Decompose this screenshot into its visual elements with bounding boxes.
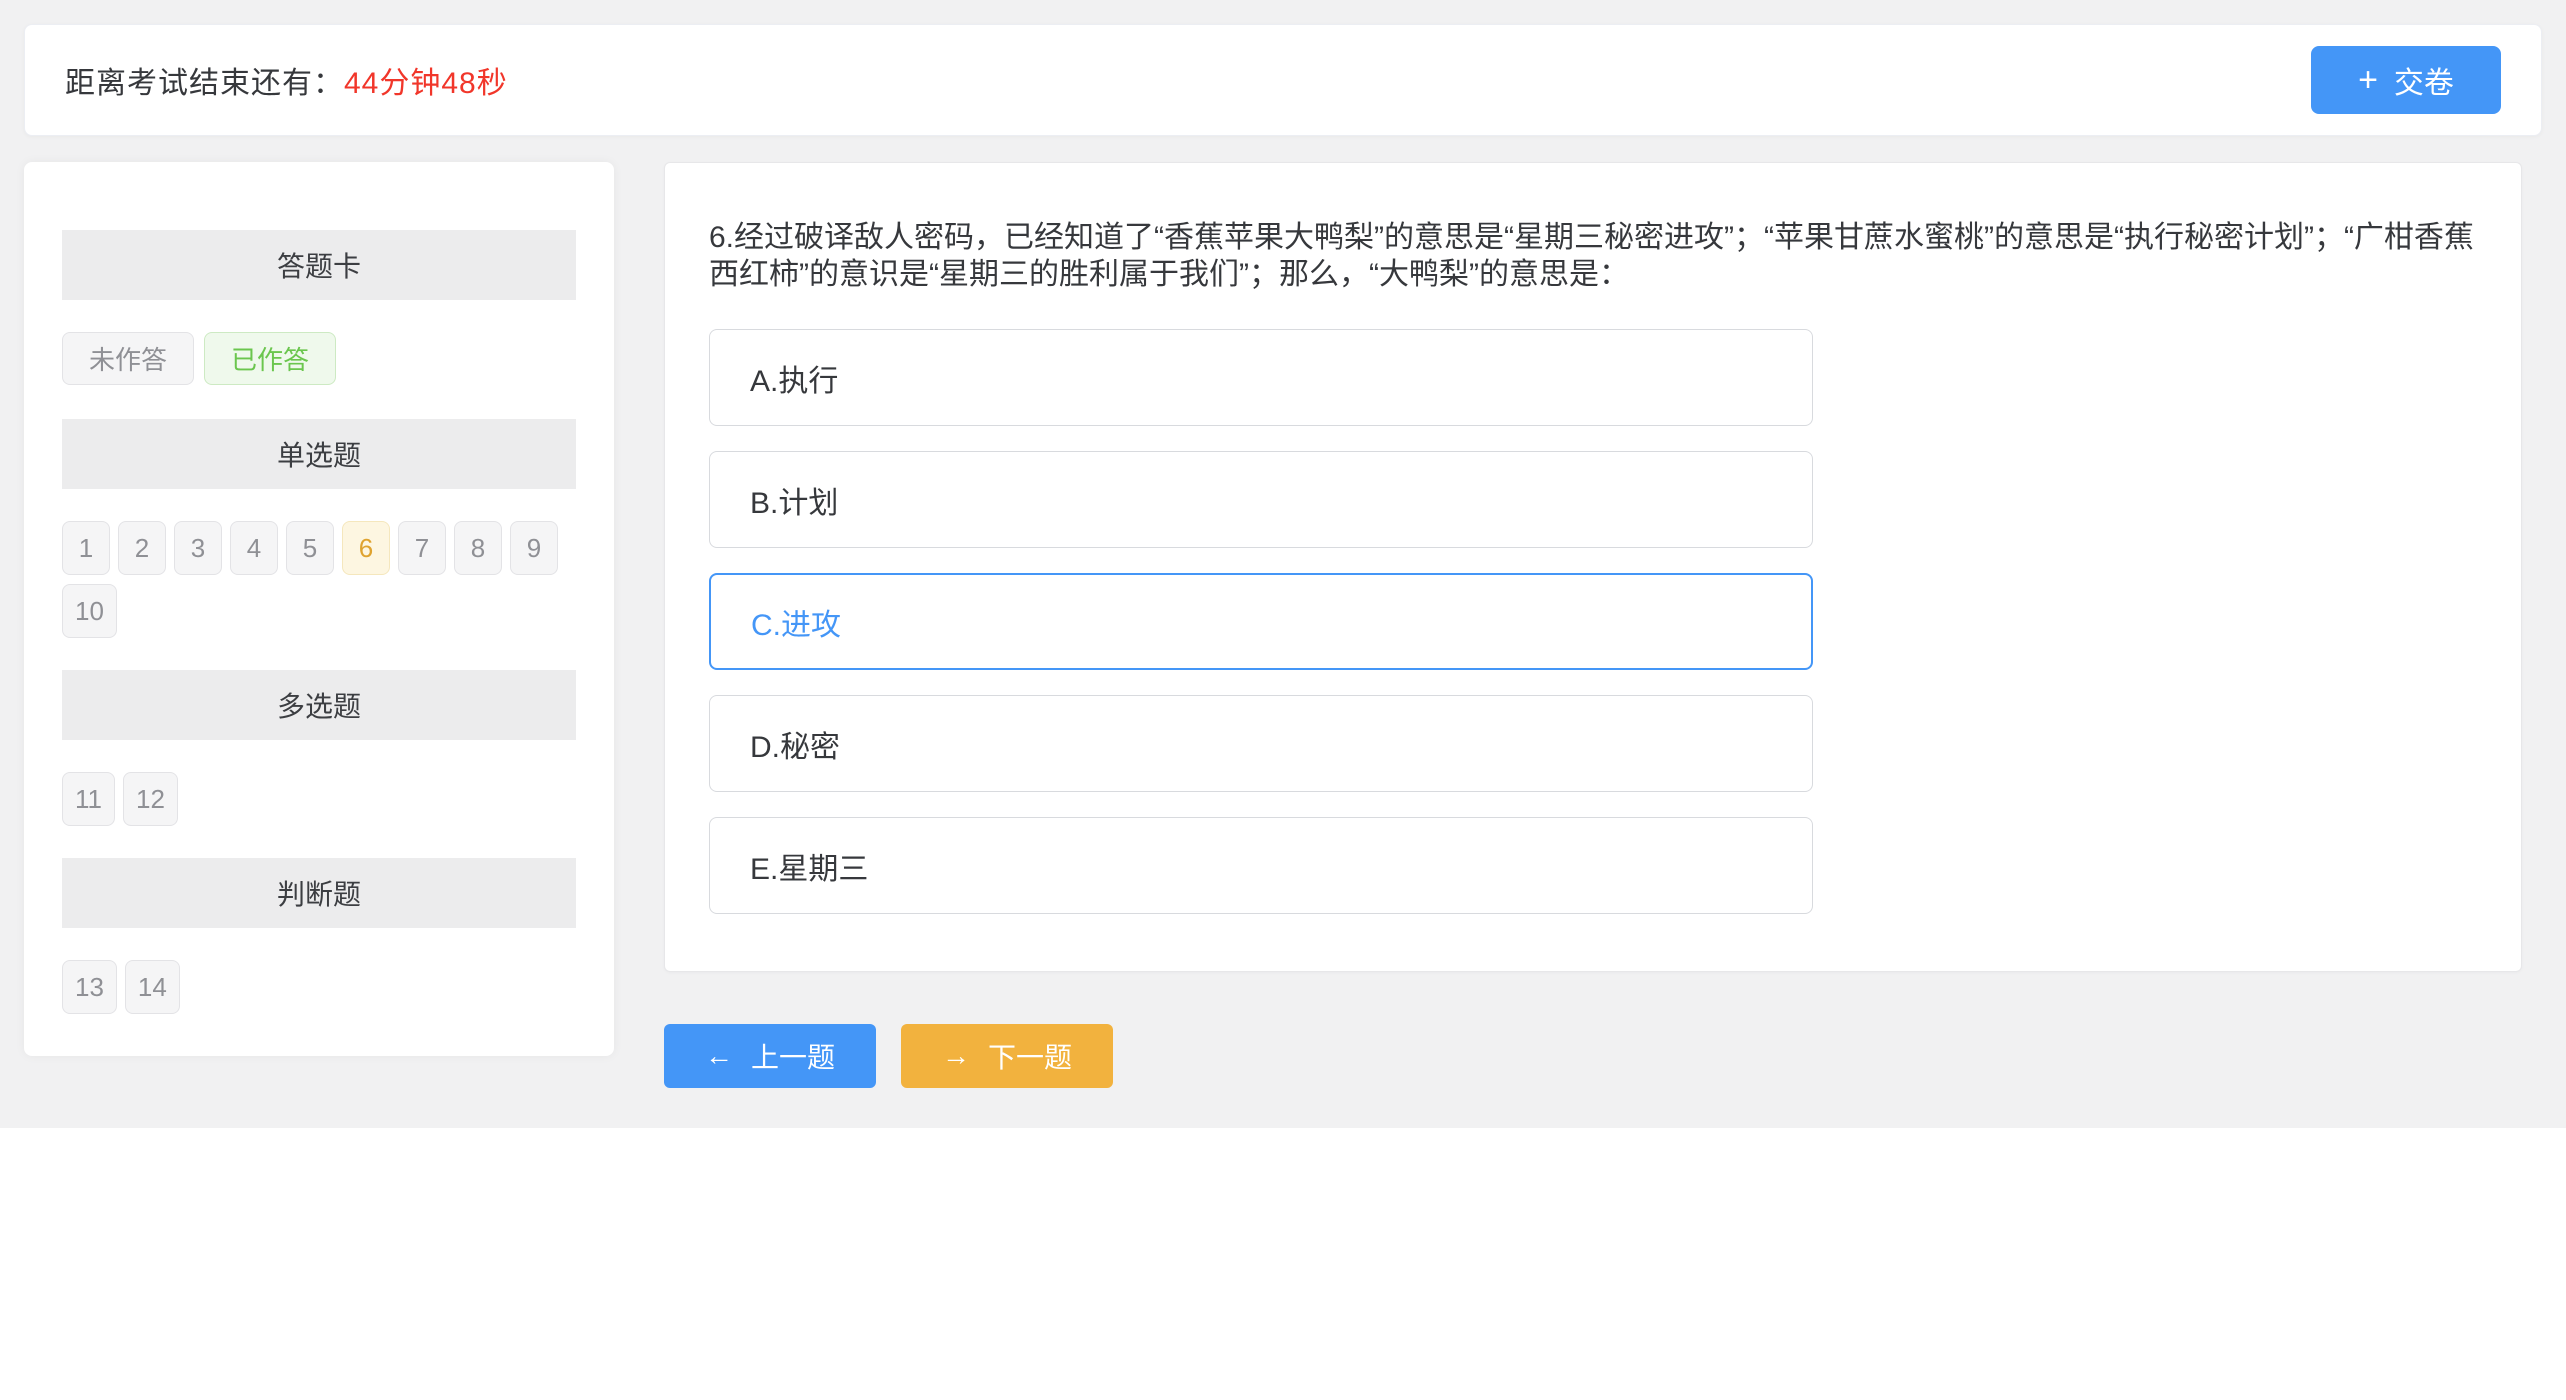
option-b-label: B.计划 — [750, 478, 838, 522]
next-question-label: 下一题 — [988, 1036, 1072, 1076]
topbar: 距离考试结束还有：44分钟48秒 + 交卷 — [24, 24, 2542, 136]
arrow-right-icon: → — [942, 1042, 970, 1070]
option-b[interactable]: B.计划 — [709, 451, 1813, 548]
countdown-value: 44分钟48秒 — [344, 67, 508, 100]
question-number-5[interactable]: 5 — [286, 521, 334, 575]
true-false-numbers: 13 14 — [62, 960, 576, 1014]
previous-question-button[interactable]: ← 上一题 — [664, 1024, 876, 1088]
question-number-1[interactable]: 1 — [62, 521, 110, 575]
question-number-9[interactable]: 9 — [510, 521, 558, 575]
exam-countdown: 距离考试结束还有：44分钟48秒 — [65, 58, 508, 102]
submit-paper-label: 交卷 — [2394, 58, 2454, 102]
question-number-2[interactable]: 2 — [118, 521, 166, 575]
countdown-label: 距离考试结束还有： — [65, 67, 344, 100]
section-title-true-false: 判断题 — [62, 858, 576, 928]
question-area: 6.经过破译敌人密码，已经知道了“香蕉苹果大鸭梨”的意思是“星期三秘密进攻”；“… — [664, 162, 2542, 1088]
answer-card-panel: 答题卡 未作答 已作答 单选题 1 2 3 4 5 6 7 8 9 10 多选题… — [24, 162, 614, 1056]
answer-card-title: 答题卡 — [62, 230, 576, 300]
next-question-button[interactable]: → 下一题 — [901, 1024, 1113, 1088]
multi-choice-numbers: 11 12 — [62, 772, 576, 826]
options-list: A.执行 B.计划 C.进攻 D.秘密 E.星期三 — [709, 329, 2477, 914]
arrow-left-icon: ← — [705, 1042, 733, 1070]
question-number-4[interactable]: 4 — [230, 521, 278, 575]
single-choice-numbers: 1 2 3 4 5 6 7 8 9 10 — [62, 521, 576, 638]
legend-unanswered-badge: 未作答 — [62, 332, 194, 385]
question-number-7[interactable]: 7 — [398, 521, 446, 575]
question-number-14[interactable]: 14 — [125, 960, 180, 1014]
plus-icon: + — [2358, 63, 2378, 97]
option-c-label: C.进攻 — [751, 600, 841, 644]
submit-paper-button[interactable]: + 交卷 — [2311, 46, 2501, 114]
question-card: 6.经过破译敌人密码，已经知道了“香蕉苹果大鸭梨”的意思是“星期三秘密进攻”；“… — [664, 162, 2522, 972]
option-e[interactable]: E.星期三 — [709, 817, 1813, 914]
question-number-6-current[interactable]: 6 — [342, 521, 390, 575]
legend-answered-badge: 已作答 — [204, 332, 336, 385]
question-number-10[interactable]: 10 — [62, 584, 117, 638]
question-number-3[interactable]: 3 — [174, 521, 222, 575]
previous-question-label: 上一题 — [751, 1036, 835, 1076]
question-nav: ← 上一题 → 下一题 — [664, 1024, 2542, 1088]
section-title-multi-choice: 多选题 — [62, 670, 576, 740]
option-d-label: D.秘密 — [750, 722, 840, 766]
question-text: 6.经过破译敌人密码，已经知道了“香蕉苹果大鸭梨”的意思是“星期三秘密进攻”；“… — [709, 219, 2477, 293]
option-c-selected[interactable]: C.进攻 — [709, 573, 1813, 670]
answer-legend: 未作答 已作答 — [62, 332, 576, 385]
question-number-11[interactable]: 11 — [62, 772, 115, 826]
question-number-13[interactable]: 13 — [62, 960, 117, 1014]
exam-page: 距离考试结束还有：44分钟48秒 + 交卷 答题卡 未作答 已作答 单选题 1 … — [0, 0, 2566, 1128]
option-a[interactable]: A.执行 — [709, 329, 1813, 426]
option-e-label: E.星期三 — [750, 844, 868, 888]
question-number-12[interactable]: 12 — [123, 772, 178, 826]
option-d[interactable]: D.秘密 — [709, 695, 1813, 792]
option-a-label: A.执行 — [750, 356, 838, 400]
question-number-8[interactable]: 8 — [454, 521, 502, 575]
section-title-single-choice: 单选题 — [62, 419, 576, 489]
